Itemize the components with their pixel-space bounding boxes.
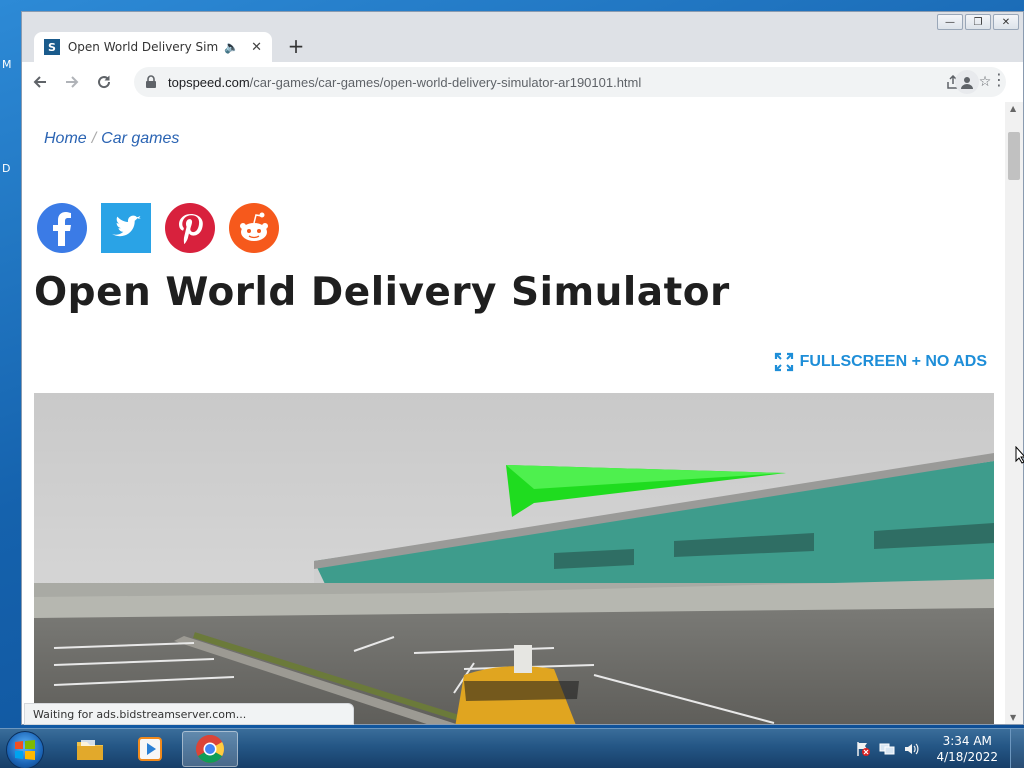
tab-title: Open World Delivery Simula [67,40,219,54]
lock-icon [146,75,156,88]
browser-toolbar: topspeed.com/car-games/car-games/open-wo… [22,62,1023,102]
media-player-icon [138,737,162,761]
fullscreen-no-ads-button[interactable]: FULLSCREEN + NO ADS [774,352,987,372]
url-host: topspeed.com [168,74,250,90]
reddit-share-button[interactable] [228,202,280,254]
desktop-icon-label[interactable]: M [2,58,12,71]
url-path: /car-games/car-games/open-world-delivery… [249,74,642,90]
taskbar-explorer-button[interactable] [62,731,118,767]
facebook-icon [37,203,87,253]
network-icon[interactable] [878,740,896,758]
twitter-share-button[interactable] [100,202,152,254]
taskbar-clock[interactable]: 3:34 AM 4/18/2022 [936,733,998,765]
vertical-scrollbar[interactable]: ▲ ▼ [1005,102,1023,724]
windows-logo-icon [15,740,35,760]
explorer-icon [77,740,103,760]
taskbar-chrome-button[interactable] [182,731,238,767]
reload-icon [98,75,111,89]
profile-avatar-icon[interactable] [955,70,979,94]
taskbar-media-player-button[interactable] [122,731,178,767]
game-canvas[interactable] [34,393,994,724]
pinterest-icon [165,203,215,253]
kebab-menu-icon[interactable]: ⋮ [989,70,1009,89]
forward-arrow-icon [66,76,79,88]
chrome-icon [196,735,224,763]
reload-button[interactable] [90,68,118,96]
reddit-icon [229,203,279,253]
show-desktop-button[interactable] [1010,729,1024,768]
page-title: Open World Delivery Simulator [34,270,730,315]
breadcrumb-home-link[interactable]: Home [44,130,87,147]
scroll-up-arrow-icon[interactable]: ▲ [1010,104,1016,113]
clock-date: 4/18/2022 [936,750,998,764]
twitter-icon [101,203,151,253]
clock-time: 3:34 AM [942,734,992,748]
desktop-icon-label[interactable]: D [2,162,10,175]
game-scene [34,393,994,724]
breadcrumb: Home / Car games [44,130,179,148]
tab-strip: S Open World Delivery Simula 🔈 ✕ + [22,12,1023,62]
breadcrumb-category-link[interactable]: Car games [101,130,179,147]
tab-close-icon[interactable]: ✕ [251,40,262,55]
pinterest-share-button[interactable] [164,202,216,254]
taskbar: 3:34 AM 4/18/2022 [0,728,1024,768]
back-arrow-icon [33,76,46,88]
scroll-down-arrow-icon[interactable]: ▼ [1010,713,1016,722]
fullscreen-label: FULLSCREEN + NO ADS [799,353,987,370]
system-tray: 3:34 AM 4/18/2022 [854,729,1024,768]
url-text[interactable]: topspeed.com/car-games/car-games/open-wo… [168,75,641,90]
new-tab-button[interactable]: + [284,34,308,58]
tab-active[interactable]: S Open World Delivery Simula 🔈 ✕ [34,32,272,62]
forward-button[interactable] [58,68,86,96]
address-bar[interactable]: topspeed.com/car-games/car-games/open-wo… [134,67,1006,97]
status-bubble: Waiting for ads.bidstreamserver.com... [24,703,354,725]
breadcrumb-separator: / [91,130,97,147]
action-center-flag-icon[interactable] [854,740,872,758]
mouse-cursor-icon [1015,446,1024,464]
page-viewport: Home / Car games Open World Delivery Simul… [22,102,1005,724]
facebook-share-button[interactable] [36,202,88,254]
start-button[interactable] [6,731,44,768]
site-favicon-icon: S [44,39,60,55]
volume-icon[interactable] [902,740,920,758]
fullscreen-icon [774,352,793,372]
back-button[interactable] [26,68,54,96]
audio-playing-icon[interactable]: 🔈 [224,40,239,54]
scroll-thumb[interactable] [1008,132,1020,180]
browser-window: — ❐ ✕ S Open World Delivery Simula 🔈 ✕ +… [21,11,1024,725]
social-share-bar [36,202,292,254]
